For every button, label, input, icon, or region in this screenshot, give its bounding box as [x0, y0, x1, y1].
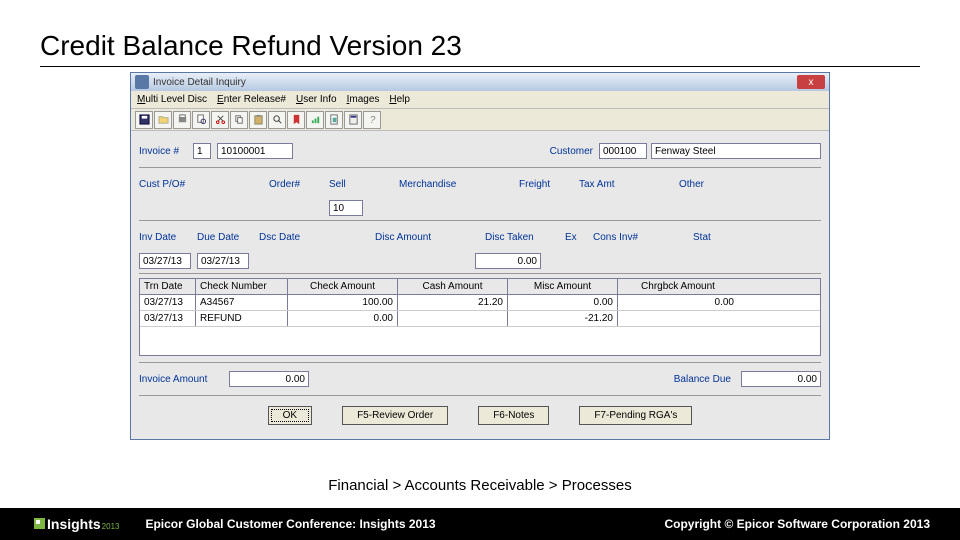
invoice-label: Invoice #: [139, 146, 193, 157]
footer-copyright: Copyright © Epicor Software Corporation …: [664, 517, 930, 531]
divider: [139, 167, 821, 168]
menubar: Multi Level Disc Enter Release# User Inf…: [131, 91, 829, 109]
divider: [139, 273, 821, 274]
divider: [139, 220, 821, 221]
close-button[interactable]: x: [797, 75, 825, 89]
paste-icon[interactable]: [249, 111, 267, 129]
logo-icon: [34, 518, 45, 529]
col-checkamt: Check Amount: [288, 279, 398, 294]
customer-name-field[interactable]: Fenway Steel: [651, 143, 821, 159]
cell-cb: 0.00: [618, 295, 738, 310]
logo-year: 2013: [102, 522, 120, 531]
window-title: Invoice Detail Inquiry: [153, 77, 246, 88]
ok-button[interactable]: OK: [268, 406, 312, 425]
col-cashamt: Cash Amount: [398, 279, 508, 294]
save-icon[interactable]: [135, 111, 153, 129]
copy-icon[interactable]: [230, 111, 248, 129]
app-icon: [135, 75, 149, 89]
invoice-seq-field[interactable]: 1: [193, 143, 211, 159]
calc-icon[interactable]: [344, 111, 362, 129]
toolbar: ?: [131, 109, 829, 131]
transactions-table: Trn Date Check Number Check Amount Cash …: [139, 278, 821, 356]
sell-field[interactable]: 10: [329, 200, 363, 216]
menu-enterrelease[interactable]: Enter Release#: [217, 94, 286, 105]
menu-multilevel[interactable]: Multi Level Disc: [137, 94, 207, 105]
duedate-label: Due Date: [197, 232, 259, 243]
table-header: Trn Date Check Number Check Amount Cash …: [140, 279, 820, 295]
review-order-button[interactable]: F5-Review Order: [342, 406, 448, 425]
logo-text: Insights: [47, 516, 101, 532]
pending-rgas-button[interactable]: F7-Pending RGA's: [579, 406, 692, 425]
discamt-label: Disc Amount: [375, 232, 465, 243]
table-row[interactable]: 03/27/13 REFUND 0.00 -21.20: [140, 311, 820, 327]
table-body: 03/27/13 A34567 100.00 21.20 0.00 0.00 0…: [140, 295, 820, 355]
menu-userinfo[interactable]: User Info: [296, 94, 337, 105]
breadcrumb: Financial > Accounts Receivable > Proces…: [328, 477, 632, 494]
printpreview-icon[interactable]: [192, 111, 210, 129]
ex-label: Ex: [565, 232, 593, 243]
consinv-label: Cons Inv#: [593, 232, 663, 243]
open-icon[interactable]: [154, 111, 172, 129]
sell-label: Sell: [329, 179, 379, 190]
menu-images[interactable]: Images: [347, 94, 380, 105]
report-icon[interactable]: [325, 111, 343, 129]
merch-label: Merchandise: [399, 179, 489, 190]
invamt-field: 0.00: [229, 371, 309, 387]
form-body: Invoice # 1 10100001 Customer 000100 Fen…: [131, 131, 829, 439]
cell-cb: [618, 311, 738, 326]
invdate-field[interactable]: 03/27/13: [139, 253, 191, 269]
other-label: Other: [679, 179, 729, 190]
slide-title: Credit Balance Refund Version 23: [40, 30, 462, 62]
disctaken-label: Disc Taken: [485, 232, 565, 243]
baldue-field: 0.00: [741, 371, 821, 387]
dscdate-label: Dsc Date: [259, 232, 325, 243]
divider: [139, 362, 821, 363]
col-chrgbck: Chrgbck Amount: [618, 279, 738, 294]
disctaken-field[interactable]: 0.00: [475, 253, 541, 269]
order-label: Order#: [269, 179, 329, 190]
help-icon[interactable]: ?: [363, 111, 381, 129]
footer: Insights 2013 Epicor Global Customer Con…: [0, 508, 960, 540]
cell-cash: [398, 311, 508, 326]
footer-conference: Epicor Global Customer Conference: Insig…: [145, 517, 435, 531]
cell-date: 03/27/13: [140, 311, 196, 326]
cell-date: 03/27/13: [140, 295, 196, 310]
search-icon[interactable]: [268, 111, 286, 129]
customer-id-field[interactable]: 000100: [599, 143, 647, 159]
button-bar: OK F5-Review Order F6-Notes F7-Pending R…: [139, 398, 821, 429]
invamt-label: Invoice Amount: [139, 374, 229, 385]
app-window: Invoice Detail Inquiry x Multi Level Dis…: [130, 72, 830, 440]
baldue-label: Balance Due: [674, 374, 731, 385]
cut-icon[interactable]: [211, 111, 229, 129]
bookmark-icon[interactable]: [287, 111, 305, 129]
col-miscamt: Misc Amount: [508, 279, 618, 294]
menu-help[interactable]: Help: [389, 94, 410, 105]
invdate-label: Inv Date: [139, 232, 197, 243]
cell-cash: 21.20: [398, 295, 508, 310]
cell-chkamt: 0.00: [288, 311, 398, 326]
customer-label: Customer: [550, 146, 593, 157]
print-icon[interactable]: [173, 111, 191, 129]
freight-label: Freight: [519, 179, 579, 190]
cell-misc: 0.00: [508, 295, 618, 310]
col-trndate: Trn Date: [140, 279, 196, 294]
notes-button[interactable]: F6-Notes: [478, 406, 549, 425]
logo: Insights 2013: [34, 516, 119, 532]
cell-chk: REFUND: [196, 311, 288, 326]
duedate-field[interactable]: 03/27/13: [197, 253, 249, 269]
svg-text:?: ?: [369, 115, 375, 125]
cell-chkamt: 100.00: [288, 295, 398, 310]
table-row[interactable]: 03/27/13 A34567 100.00 21.20 0.00 0.00: [140, 295, 820, 311]
custpo-label: Cust P/O#: [139, 179, 219, 190]
titlebar: Invoice Detail Inquiry x: [131, 73, 829, 91]
cell-misc: -21.20: [508, 311, 618, 326]
divider: [139, 395, 821, 396]
cell-chk: A34567: [196, 295, 288, 310]
invoice-field[interactable]: 10100001: [217, 143, 293, 159]
chart-icon[interactable]: [306, 111, 324, 129]
stat-label: Stat: [693, 232, 733, 243]
tax-label: Tax Amt: [579, 179, 639, 190]
title-underline: [40, 66, 920, 67]
col-checknum: Check Number: [196, 279, 288, 294]
